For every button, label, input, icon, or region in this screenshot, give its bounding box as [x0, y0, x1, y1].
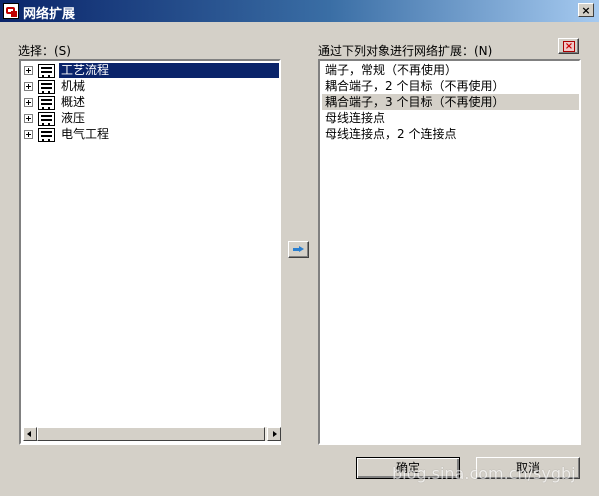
tree-item-label: 概述: [61, 95, 86, 109]
category-node-icon: [38, 80, 55, 94]
tree-item[interactable]: 电气工程: [21, 127, 277, 143]
extension-list[interactable]: 端子，常规（不再使用） 耦合端子，2 个目标（不再使用） 耦合端子，3 个目标（不再…: [318, 59, 581, 445]
expand-plus-icon[interactable]: [24, 66, 33, 75]
category-node-icon: [38, 96, 55, 110]
tree-item[interactable]: 机械: [21, 79, 277, 95]
title-bar: 网络扩展 ×: [0, 0, 599, 22]
list-item[interactable]: 母线连接点: [322, 110, 579, 126]
scroll-right-button[interactable]: [267, 427, 281, 441]
app-icon: [3, 3, 19, 19]
list-item[interactable]: 端子，常规（不再使用）: [322, 62, 579, 78]
expand-plus-icon[interactable]: [24, 130, 33, 139]
list-item[interactable]: 母线连接点，2 个连接点: [322, 126, 579, 142]
category-node-icon: [38, 64, 55, 78]
tree-item-label: 液压: [61, 111, 86, 125]
arrow-right-icon: [293, 246, 304, 253]
extend-by-label: 通过下列对象进行网络扩展：(N): [318, 44, 493, 58]
scroll-thumb[interactable]: [37, 427, 265, 441]
expand-plus-icon[interactable]: [24, 114, 33, 123]
list-item[interactable]: 耦合端子，2 个目标（不再使用）: [322, 78, 579, 94]
delete-icon: ×: [563, 41, 575, 52]
close-icon: ×: [581, 4, 591, 17]
watermark-text: blog.sina.com.cn/sygbj: [392, 464, 576, 483]
tree-item-label: 机械: [61, 79, 86, 93]
delete-button[interactable]: ×: [558, 38, 579, 54]
tree-item[interactable]: 概述: [21, 95, 277, 111]
expand-plus-icon[interactable]: [24, 82, 33, 91]
category-node-icon: [38, 128, 55, 142]
category-tree[interactable]: 工艺流程 机械概述液压电气工程: [19, 59, 281, 445]
horizontal-scrollbar[interactable]: [23, 427, 281, 441]
window-title: 网络扩展: [23, 7, 76, 22]
add-button[interactable]: [288, 241, 309, 258]
tree-item[interactable]: 工艺流程: [21, 63, 279, 79]
close-button[interactable]: ×: [578, 3, 594, 17]
tree-item[interactable]: 液压: [21, 111, 277, 127]
tree-item-label: 工艺流程: [59, 63, 279, 78]
scroll-left-button[interactable]: [23, 427, 37, 441]
selection-label: 选择：(S): [18, 44, 71, 58]
list-item[interactable]: 耦合端子，3 个目标（不再使用）: [322, 94, 579, 110]
expand-plus-icon[interactable]: [24, 98, 33, 107]
tree-item-label: 电气工程: [61, 127, 110, 141]
category-node-icon: [38, 112, 55, 126]
